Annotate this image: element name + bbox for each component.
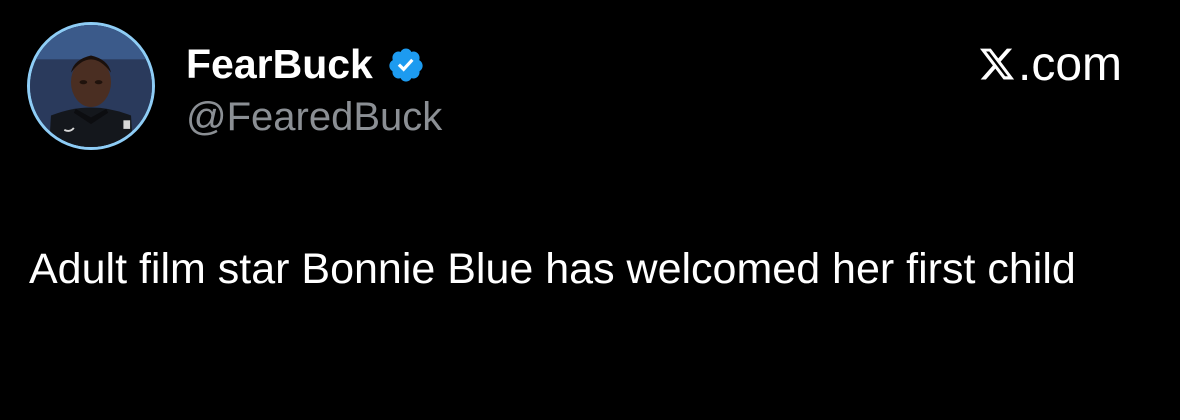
- brand-label: .com: [1017, 37, 1122, 91]
- author-display-name[interactable]: FearBuck: [186, 40, 373, 88]
- avatar[interactable]: [27, 22, 155, 150]
- author-handle[interactable]: @FearedBuck: [186, 94, 442, 140]
- tweet-text: Adult film star Bonnie Blue has welcomed…: [29, 245, 1076, 293]
- avatar-image: [30, 25, 152, 147]
- brand-watermark: .com: [978, 36, 1122, 92]
- verified-badge-icon: [389, 48, 423, 82]
- x-logo-icon: [979, 48, 1015, 80]
- author-name[interactable]: FearBuck: [186, 40, 425, 88]
- tweet-card: FearBuck @FearedBuck .com Adult film sta…: [0, 0, 1180, 420]
